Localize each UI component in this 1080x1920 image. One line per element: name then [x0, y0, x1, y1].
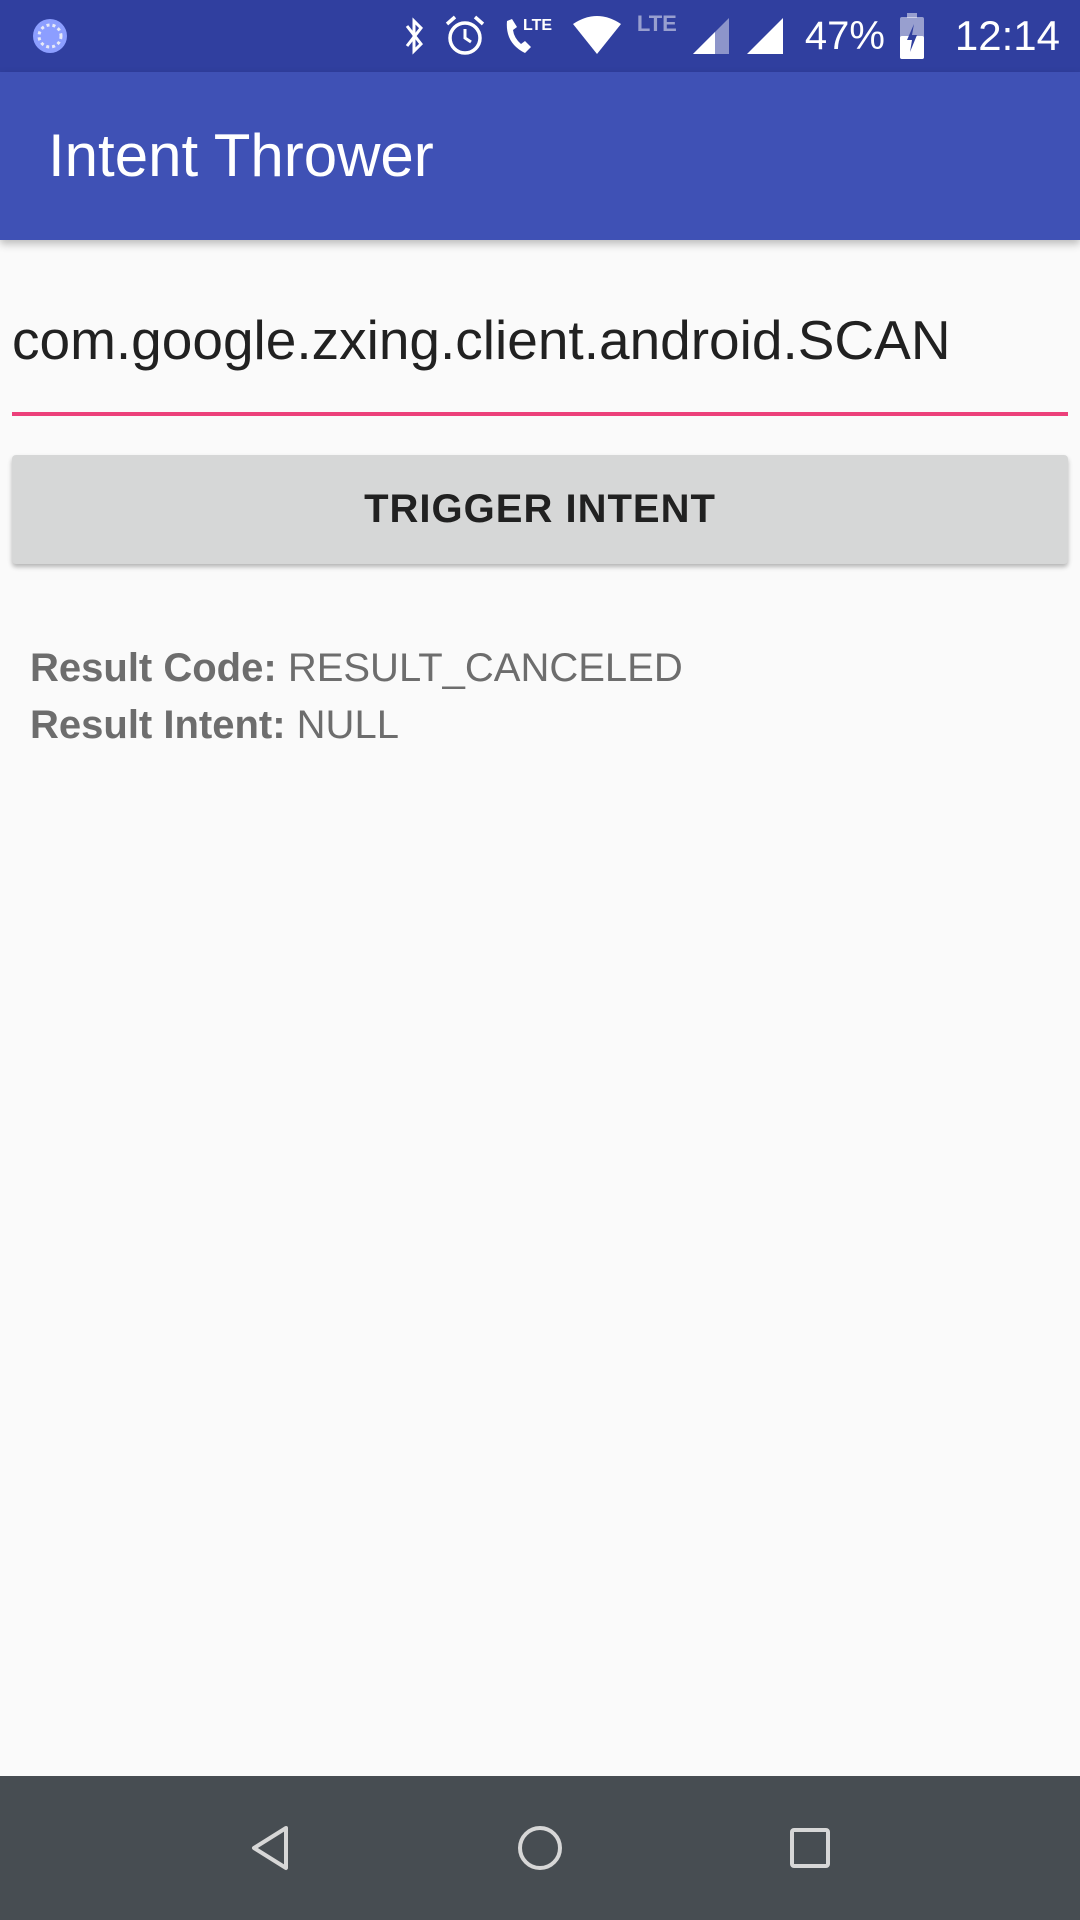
clock: 12:14 — [954, 12, 1060, 59]
notification-circle-icon — [33, 19, 67, 53]
status-bar: LTE LTE 47% 12:14 — [0, 0, 1080, 72]
result-intent-label: Result Intent: — [30, 703, 286, 747]
signal-partial-icon — [692, 18, 729, 54]
alarm-icon — [445, 15, 485, 55]
status-icons: LTE LTE 47% 12:14 — [385, 0, 1060, 72]
result-intent-value: NULL — [296, 703, 399, 747]
bluetooth-icon — [405, 17, 423, 55]
result-code-row: Result Code: RESULT_CANCELED — [30, 640, 683, 697]
battery-percent: 47% — [804, 13, 885, 58]
lte-label: LTE — [636, 11, 677, 36]
back-icon — [252, 1826, 288, 1870]
app-title: Intent Thrower — [48, 122, 434, 189]
recents-button[interactable] — [762, 1800, 858, 1896]
volte-call-icon: LTE — [506, 17, 552, 53]
recents-icon — [790, 1828, 830, 1868]
trigger-intent-button[interactable]: TRIGGER INTENT — [12, 455, 1068, 564]
wifi-icon — [572, 16, 621, 54]
result-intent-row: Result Intent: NULL — [30, 697, 683, 754]
home-icon — [518, 1826, 562, 1870]
signal-full-icon — [746, 18, 783, 54]
home-button[interactable] — [492, 1800, 588, 1896]
nav-bar — [0, 1776, 1080, 1920]
intent-field[interactable] — [12, 288, 1068, 416]
result-code-label: Result Code: — [30, 646, 277, 690]
results-panel: Result Code: RESULT_CANCELED Result Inte… — [30, 640, 683, 754]
battery-charging-icon — [899, 13, 924, 59]
result-code-value: RESULT_CANCELED — [287, 646, 683, 690]
intent-action-input[interactable] — [12, 288, 1068, 392]
app-bar: Intent Thrower — [0, 72, 1080, 240]
back-button[interactable] — [222, 1800, 318, 1896]
svg-text:LTE: LTE — [523, 17, 552, 34]
